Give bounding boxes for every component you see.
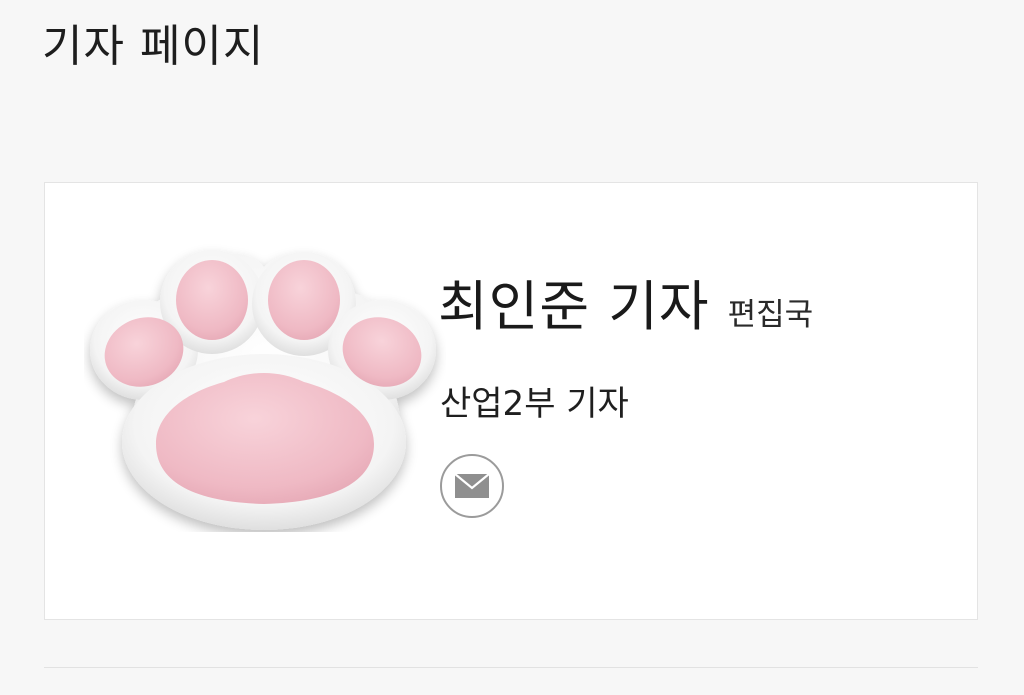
page-title: 기자 페이지: [42, 21, 265, 72]
mail-icon: [454, 473, 490, 498]
reporter-name-line: 최인준 기자 편집국: [438, 262, 813, 341]
section-divider: [44, 667, 978, 668]
reporter-position: 산업2부 기자: [440, 384, 629, 424]
avatar: [84, 232, 446, 532]
department-label: 편집국: [727, 297, 814, 333]
cat-paw-icon: [90, 250, 436, 530]
reporter-name: 최인준 기자: [438, 275, 710, 338]
email-button[interactable]: [440, 454, 504, 518]
